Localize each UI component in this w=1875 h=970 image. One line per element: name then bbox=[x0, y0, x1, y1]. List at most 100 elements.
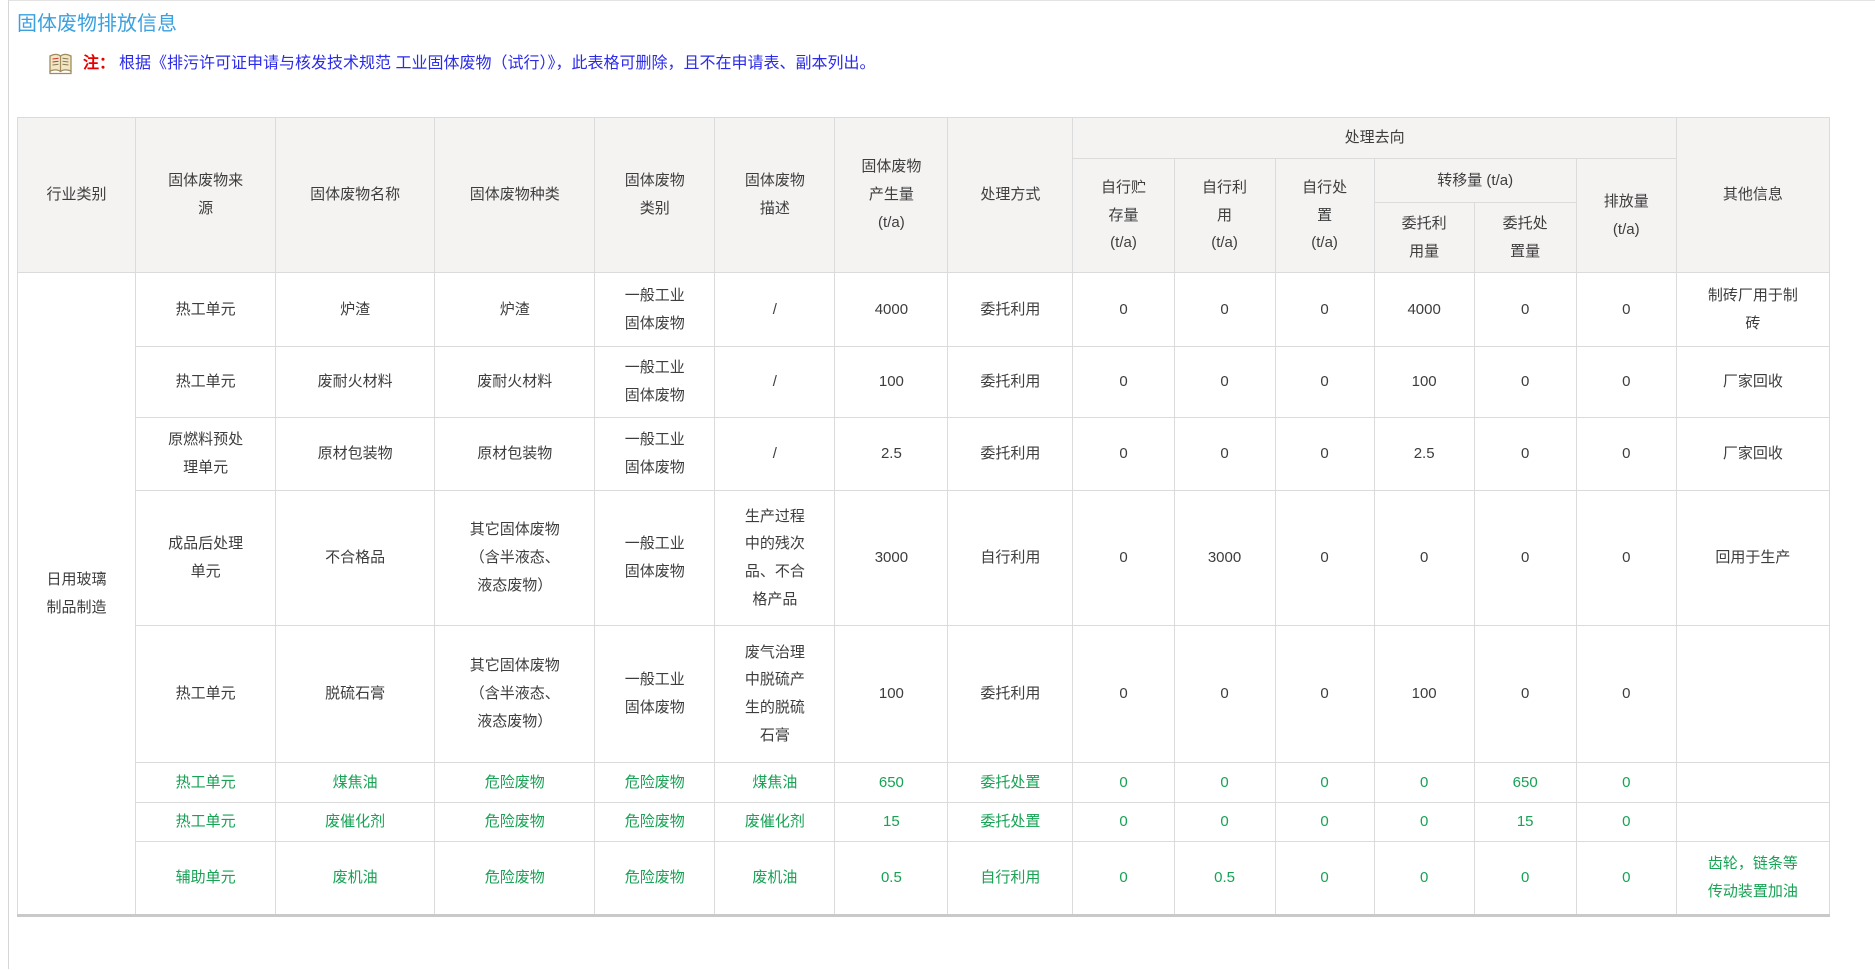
cell-source: 热工单元 bbox=[136, 626, 276, 763]
table-row-hazardous: 热工单元 废催化剂 危险废物 危险废物 废催化剂 15 委托处置 0 0 0 0… bbox=[18, 803, 1830, 842]
cell-source: 成品后处理 单元 bbox=[136, 491, 276, 626]
col-header-other: 其他信息 bbox=[1676, 118, 1829, 273]
cell-self-dispose: 0 bbox=[1275, 418, 1374, 491]
cell-emission: 0 bbox=[1576, 418, 1676, 491]
cell-self-storage: 0 bbox=[1073, 763, 1174, 803]
cell-transfer-dispose: 0 bbox=[1474, 842, 1576, 916]
cell-transfer-use: 100 bbox=[1374, 626, 1474, 763]
cell-transfer-use: 4000 bbox=[1374, 273, 1474, 347]
note-text: 根据《排污许可证申请与核发技术规范 工业固体废物（试行）》，此表格可删除，且不在… bbox=[119, 53, 875, 75]
cell-amount: 3000 bbox=[835, 491, 948, 626]
col-header-source: 固体废物来 源 bbox=[136, 118, 276, 273]
cell-method: 委托利用 bbox=[948, 347, 1073, 418]
cell-category: 一般工业 固体废物 bbox=[595, 418, 715, 491]
cell-transfer-dispose: 0 bbox=[1474, 491, 1576, 626]
table-row: 原燃料预处 理单元 原材包装物 原材包装物 一般工业 固体废物 / 2.5 委托… bbox=[18, 418, 1830, 491]
cell-name: 废耐火材料 bbox=[276, 347, 435, 418]
cell-transfer-dispose: 650 bbox=[1474, 763, 1576, 803]
cell-other: 齿轮，链条等 传动装置加油 bbox=[1676, 842, 1829, 916]
cell-description: / bbox=[715, 347, 835, 418]
table-row-hazardous: 热工单元 煤焦油 危险废物 危险废物 煤焦油 650 委托处置 0 0 0 0 … bbox=[18, 763, 1830, 803]
cell-category: 一般工业 固体废物 bbox=[595, 491, 715, 626]
cell-self-dispose: 0 bbox=[1275, 763, 1374, 803]
cell-self-dispose: 0 bbox=[1275, 273, 1374, 347]
cell-transfer-dispose: 0 bbox=[1474, 347, 1576, 418]
col-header-industry: 行业类别 bbox=[18, 118, 136, 273]
col-header-method: 处理方式 bbox=[948, 118, 1073, 273]
cell-category: 一般工业 固体废物 bbox=[595, 273, 715, 347]
cell-self-use: 0.5 bbox=[1174, 842, 1275, 916]
cell-description: 煤焦油 bbox=[715, 763, 835, 803]
col-header-destination: 处理去向 bbox=[1073, 118, 1676, 159]
cell-other: 厂家回收 bbox=[1676, 418, 1829, 491]
cell-type: 其它固体废物 （含半液态、 液态废物） bbox=[435, 626, 595, 763]
cell-other bbox=[1676, 763, 1829, 803]
table-row: 热工单元 脱硫石膏 其它固体废物 （含半液态、 液态废物） 一般工业 固体废物 … bbox=[18, 626, 1830, 763]
cell-emission: 0 bbox=[1576, 763, 1676, 803]
cell-type: 危险废物 bbox=[435, 842, 595, 916]
cell-transfer-use: 0 bbox=[1374, 803, 1474, 842]
cell-self-storage: 0 bbox=[1073, 491, 1174, 626]
cell-type: 危险废物 bbox=[435, 803, 595, 842]
cell-self-dispose: 0 bbox=[1275, 626, 1374, 763]
cell-amount: 100 bbox=[835, 626, 948, 763]
cell-emission: 0 bbox=[1576, 491, 1676, 626]
cell-category: 一般工业 固体废物 bbox=[595, 347, 715, 418]
book-icon bbox=[48, 53, 73, 75]
cell-category: 危险废物 bbox=[595, 842, 715, 916]
col-header-amount: 固体废物 产生量 (t/a) bbox=[835, 118, 948, 273]
cell-name: 废催化剂 bbox=[276, 803, 435, 842]
header-row-1: 行业类别 固体废物来 源 固体废物名称 固体废物种类 固体废物 类别 固体废物 … bbox=[18, 118, 1830, 159]
cell-transfer-use: 2.5 bbox=[1374, 418, 1474, 491]
cell-emission: 0 bbox=[1576, 347, 1676, 418]
cell-source: 热工单元 bbox=[136, 763, 276, 803]
cell-amount: 15 bbox=[835, 803, 948, 842]
cell-name: 炉渣 bbox=[276, 273, 435, 347]
cell-self-storage: 0 bbox=[1073, 273, 1174, 347]
cell-self-dispose: 0 bbox=[1275, 347, 1374, 418]
cell-self-storage: 0 bbox=[1073, 803, 1174, 842]
cell-transfer-use: 0 bbox=[1374, 491, 1474, 626]
cell-self-use: 0 bbox=[1174, 273, 1275, 347]
cell-name: 煤焦油 bbox=[276, 763, 435, 803]
cell-method: 自行利用 bbox=[948, 491, 1073, 626]
cell-category: 危险废物 bbox=[595, 763, 715, 803]
cell-emission: 0 bbox=[1576, 273, 1676, 347]
cell-name: 脱硫石膏 bbox=[276, 626, 435, 763]
cell-category: 危险废物 bbox=[595, 803, 715, 842]
cell-self-use: 0 bbox=[1174, 418, 1275, 491]
cell-emission: 0 bbox=[1576, 842, 1676, 916]
col-header-self-dispose: 自行处 置 (t/a) bbox=[1275, 159, 1374, 273]
cell-description: / bbox=[715, 418, 835, 491]
cell-method: 委托利用 bbox=[948, 273, 1073, 347]
cell-method: 委托处置 bbox=[948, 803, 1073, 842]
cell-source: 热工单元 bbox=[136, 803, 276, 842]
cell-self-use: 3000 bbox=[1174, 491, 1275, 626]
cell-self-use: 0 bbox=[1174, 803, 1275, 842]
col-header-transfer-use: 委托利 用量 bbox=[1374, 203, 1474, 273]
section-title[interactable]: 固体废物排放信息 bbox=[17, 11, 1875, 37]
table-row: 成品后处理 单元 不合格品 其它固体废物 （含半液态、 液态废物） 一般工业 固… bbox=[18, 491, 1830, 626]
cell-self-storage: 0 bbox=[1073, 842, 1174, 916]
cell-self-use: 0 bbox=[1174, 347, 1275, 418]
cell-description: 废催化剂 bbox=[715, 803, 835, 842]
cell-type: 危险废物 bbox=[435, 763, 595, 803]
cell-description: 废气治理 中脱硫产 生的脱硫 石膏 bbox=[715, 626, 835, 763]
col-header-self-storage: 自行贮 存量 (t/a) bbox=[1073, 159, 1174, 273]
solid-waste-emission-table: 行业类别 固体废物来 源 固体废物名称 固体废物种类 固体废物 类别 固体废物 … bbox=[17, 117, 1830, 917]
cell-method: 委托处置 bbox=[948, 763, 1073, 803]
cell-emission: 0 bbox=[1576, 803, 1676, 842]
cell-amount: 2.5 bbox=[835, 418, 948, 491]
cell-self-storage: 0 bbox=[1073, 626, 1174, 763]
cell-description: / bbox=[715, 273, 835, 347]
cell-other: 制砖厂用于制 砖 bbox=[1676, 273, 1829, 347]
cell-other: 厂家回收 bbox=[1676, 347, 1829, 418]
cell-transfer-use: 0 bbox=[1374, 763, 1474, 803]
cell-source: 原燃料预处 理单元 bbox=[136, 418, 276, 491]
cell-source: 热工单元 bbox=[136, 347, 276, 418]
cell-description: 废机油 bbox=[715, 842, 835, 916]
cell-amount: 4000 bbox=[835, 273, 948, 347]
col-header-transfer: 转移量 (t/a) bbox=[1374, 159, 1576, 203]
cell-transfer-use: 100 bbox=[1374, 347, 1474, 418]
table-row: 日用玻璃 制品制造 热工单元 炉渣 炉渣 一般工业 固体废物 / 4000 委托… bbox=[18, 273, 1830, 347]
